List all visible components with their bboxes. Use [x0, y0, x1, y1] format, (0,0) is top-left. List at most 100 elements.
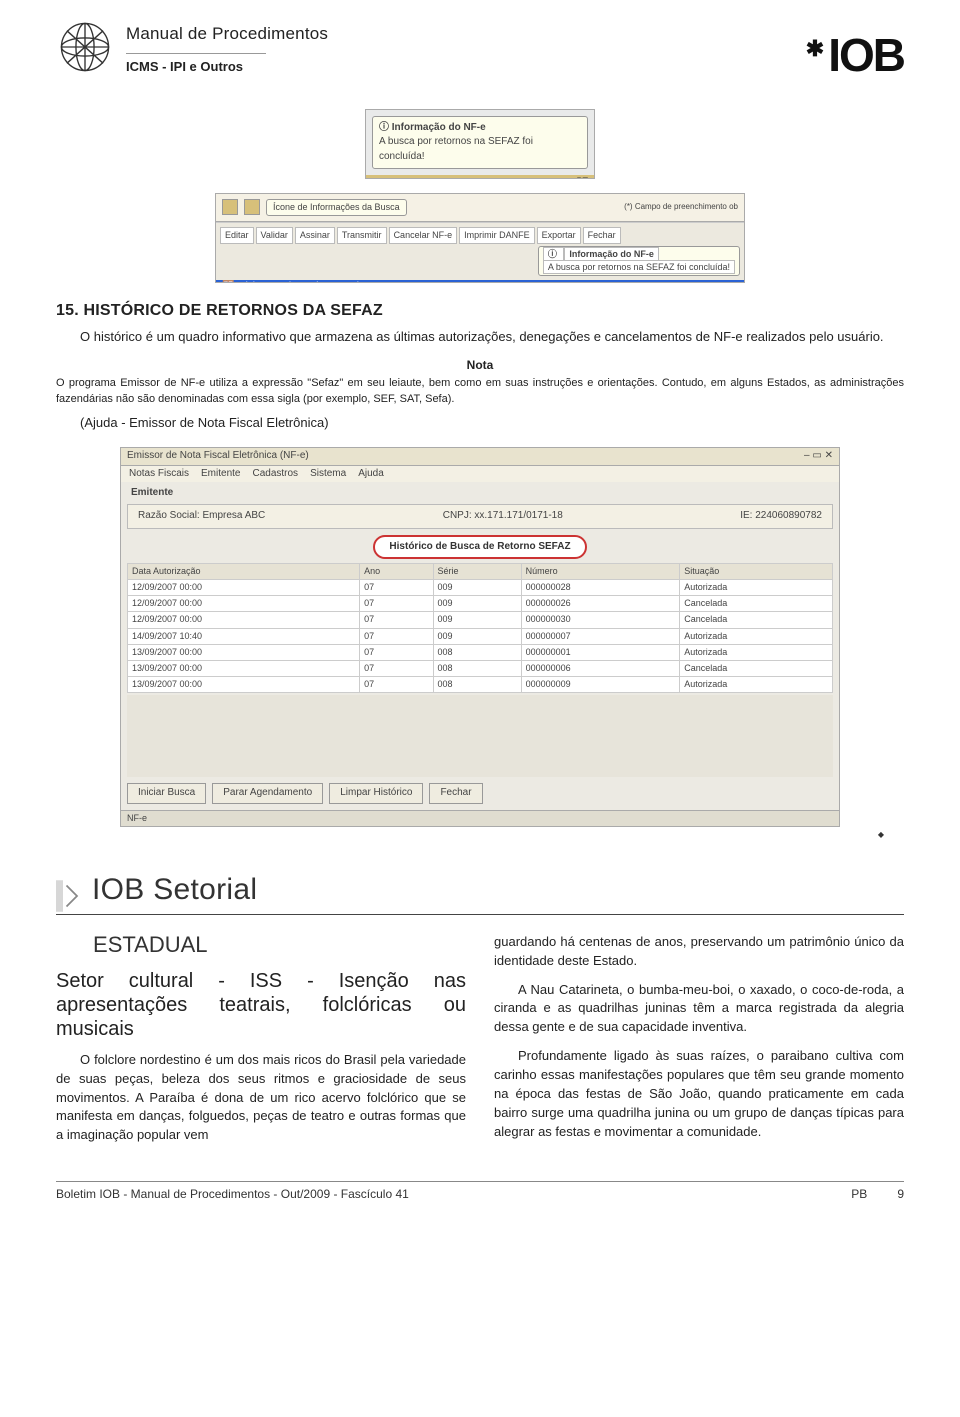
note-paragraph: O programa Emissor de NF-e utiliza a exp…: [56, 376, 904, 408]
setorial-title: IOB Setorial: [92, 868, 257, 912]
btn-limpar[interactable]: Limpar Histórico: [329, 783, 423, 804]
btn-exportar[interactable]: Exportar: [537, 227, 581, 244]
table-cell: 07: [360, 644, 433, 660]
ribbon-label: Ícone de Informações da Busca: [266, 199, 407, 216]
start-button[interactable]: 🪟 Iniciar: [222, 280, 264, 283]
balloon-text: A busca por retornos na SEFAZ foi conclu…: [379, 135, 581, 164]
col-ano[interactable]: Ano: [360, 564, 433, 580]
table-row[interactable]: 12/09/2007 00:0007009000000030Cancelada: [128, 612, 833, 628]
globe-icon: [56, 18, 114, 76]
doc-title: Manual de Procedimentos: [126, 22, 328, 47]
table-row[interactable]: 12/09/2007 00:0007009000000026Cancelada: [128, 596, 833, 612]
table-cell: 13/09/2007 00:00: [128, 644, 360, 660]
brand-text: IOB: [828, 22, 904, 89]
window-title: Emissor de Nota Fiscal Eletrônica (NF-e): [127, 449, 309, 464]
screenshot-history-window: Emissor de Nota Fiscal Eletrônica (NF-e)…: [120, 447, 840, 827]
col-numero[interactable]: Número: [521, 564, 680, 580]
table-row[interactable]: 12/09/2007 00:0007009000000028Autorizada: [128, 580, 833, 596]
section-end-icon: ◆: [56, 829, 904, 841]
kicker-estadual: ESTADUAL: [56, 929, 245, 961]
menu-sistema[interactable]: Sistema: [310, 467, 346, 482]
balloon-title: Informação do NF-e: [564, 247, 659, 261]
required-note: (*) Campo de preenchimento ob: [624, 201, 738, 213]
table-row[interactable]: 13/09/2007 00:0007008000000006Cancelada: [128, 660, 833, 676]
window-controls[interactable]: – ▭ ✕: [804, 449, 833, 464]
article-subhead: Setor cultural - ISS - Isenção nas apres…: [56, 969, 466, 1041]
table-cell: 07: [360, 612, 433, 628]
emit-label: Emitente: [131, 487, 173, 498]
btn-cancelar[interactable]: Cancelar NF-e: [389, 227, 458, 244]
table-cell: 14/09/2007 10:40: [128, 628, 360, 644]
screenshot-balloon-small: ⓘ Informação do NF-e A busca por retorno…: [365, 109, 595, 179]
btn-validar[interactable]: Validar: [256, 227, 293, 244]
table-cell: 009: [433, 628, 521, 644]
doc-subtitle: ICMS - IPI e Outros: [126, 53, 266, 77]
btn-iniciar-busca[interactable]: Iniciar Busca: [127, 783, 206, 804]
menu-ajuda[interactable]: Ajuda: [358, 467, 384, 482]
table-cell: 13/09/2007 00:00: [128, 660, 360, 676]
table-cell: Autorizada: [680, 628, 833, 644]
col1-p1: O folclore nordestino é um dos mais rico…: [56, 1051, 466, 1145]
table-cell: 000000028: [521, 580, 680, 596]
table-cell: 008: [433, 644, 521, 660]
screenshot-toolbar: Editar Validar Assinar Transmitir Cancel…: [216, 222, 744, 280]
menu-notas[interactable]: Notas Fiscais: [129, 467, 189, 482]
taskbar-item[interactable]: Emissor de Nota Fisca...: [274, 280, 383, 283]
note-heading: Nota: [56, 357, 904, 374]
table-cell: 07: [360, 676, 433, 692]
history-table: Data Autorização Ano Série Número Situaç…: [127, 563, 833, 692]
table-cell: Cancelada: [680, 596, 833, 612]
col-serie[interactable]: Série: [433, 564, 521, 580]
table-cell: 13/09/2007 00:00: [128, 676, 360, 692]
table-cell: 07: [360, 628, 433, 644]
menu-cadastros[interactable]: Cadastros: [252, 467, 298, 482]
emit-value: Razão Social: Empresa ABC: [138, 509, 265, 524]
info-icon: ⓘ: [543, 247, 565, 261]
info-icon: ⓘ: [379, 122, 392, 133]
table-cell: 009: [433, 596, 521, 612]
balloon-text: A busca por retornos na SEFAZ foi conclu…: [543, 260, 735, 274]
btn-fechar[interactable]: Fechar: [583, 227, 621, 244]
menu-emitente[interactable]: Emitente: [201, 467, 240, 482]
table-cell: 12/09/2007 00:00: [128, 580, 360, 596]
table-row[interactable]: 14/09/2007 10:4007009000000007Autorizada: [128, 628, 833, 644]
table-row[interactable]: 13/09/2007 00:0007008000000009Autorizada: [128, 676, 833, 692]
table-cell: 07: [360, 580, 433, 596]
btn-parar[interactable]: Parar Agendamento: [212, 783, 323, 804]
menu-bar: Notas Fiscais Emitente Cadastros Sistema…: [121, 466, 839, 482]
document-header: Manual de Procedimentos ICMS - IPI e Out…: [56, 22, 904, 95]
btn-danfe[interactable]: Imprimir DANFE: [459, 227, 535, 244]
table-cell: Cancelada: [680, 612, 833, 628]
btn-fechar[interactable]: Fechar: [429, 783, 482, 804]
ie-value: IE: 224060890782: [740, 509, 822, 524]
footer-state: PB: [851, 1186, 867, 1203]
table-cell: 008: [433, 660, 521, 676]
taskbar: 🪟 Iniciar Emissor de Nota Fisca...: [216, 280, 744, 283]
table-cell: 000000009: [521, 676, 680, 692]
btn-editar[interactable]: Editar: [220, 227, 254, 244]
balloon-title: Informação do NF-e: [392, 122, 486, 133]
table-cell: 009: [433, 580, 521, 596]
asterisk-icon: ✱: [806, 33, 822, 65]
section-divider: IOB Setorial: [56, 868, 904, 915]
btn-transmitir[interactable]: Transmitir: [337, 227, 387, 244]
col-situacao[interactable]: Situação: [680, 564, 833, 580]
table-cell: Cancelada: [680, 660, 833, 676]
screenshot-toolbar-wide: Ícone de Informações da Busca (*) Campo …: [215, 193, 745, 283]
btn-assinar[interactable]: Assinar: [295, 227, 335, 244]
table-row[interactable]: 13/09/2007 00:0007008000000001Autorizada: [128, 644, 833, 660]
status-bar: NF-e: [121, 810, 839, 826]
table-cell: 000000030: [521, 612, 680, 628]
table-cell: 07: [360, 596, 433, 612]
table-cell: Autorizada: [680, 644, 833, 660]
lang-tag: PT: [366, 175, 594, 179]
section15-p1: O histórico é um quadro informativo que …: [56, 328, 904, 347]
section-heading-15: 15. HISTÓRICO DE RETORNOS DA SEFAZ: [56, 299, 904, 322]
table-cell: 009: [433, 612, 521, 628]
triangle-icon: [56, 880, 84, 912]
footer-page: 9: [897, 1186, 904, 1203]
col-data[interactable]: Data Autorização: [128, 564, 360, 580]
help-reference: (Ajuda - Emissor de Nota Fiscal Eletrôni…: [56, 414, 904, 433]
table-cell: 000000001: [521, 644, 680, 660]
table-cell: 07: [360, 660, 433, 676]
